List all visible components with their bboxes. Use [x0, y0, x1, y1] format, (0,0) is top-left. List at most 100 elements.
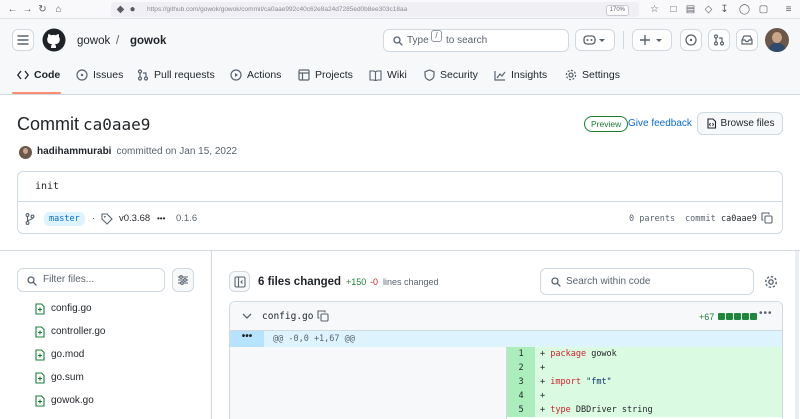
code-line: + type DBDriver string [535, 403, 782, 417]
search-shortcut-key: / [431, 30, 442, 42]
sliders-icon [178, 275, 188, 285]
tag-older[interactable]: 0.1.6 [176, 213, 197, 225]
section-divider [0, 250, 800, 251]
tab-label: Wiki [387, 69, 407, 81]
author-avatar[interactable] [19, 145, 32, 159]
page-scrollbar[interactable] [795, 251, 799, 419]
search-suffix: to search [446, 35, 488, 46]
search-icon [551, 277, 561, 287]
tab-label: Settings [582, 69, 620, 81]
filter-placeholder: Filter files... [43, 274, 95, 285]
file-name: config.go [51, 303, 92, 314]
file-tree-item[interactable]: go.mod [35, 347, 84, 363]
commit-message: init [35, 181, 60, 192]
repo-header: gowok / gowok Type / to search Code Issu… [0, 19, 800, 95]
file-tree-item[interactable]: controller.go [35, 324, 105, 340]
tab-code[interactable]: Code [17, 67, 60, 83]
create-new-button[interactable] [632, 29, 672, 51]
address-bar[interactable]: ◆ ● https://github.com/gowok/gowok/commi… [111, 2, 639, 17]
global-search-input[interactable]: Type / to search [383, 29, 569, 52]
code-icon [17, 70, 29, 80]
back-icon[interactable]: ← [6, 3, 19, 16]
issue-icon [76, 69, 88, 81]
committed-date: committed on Jan 15, 2022 [116, 146, 238, 157]
give-feedback-link[interactable]: Give feedback [628, 118, 692, 130]
tab-settings[interactable]: Settings [565, 67, 620, 83]
tab-insights[interactable]: Insights [494, 67, 547, 83]
commit-sha: ca0aae9 [721, 214, 757, 224]
reader-icon[interactable]: ▤ [684, 3, 697, 16]
file-added-icon [35, 303, 45, 315]
copy-icon[interactable] [761, 212, 773, 224]
tab-label: Insights [511, 69, 548, 81]
file-name: go.sum [51, 372, 84, 383]
copilot-button[interactable] [575, 29, 615, 51]
pocket-icon[interactable]: □ [667, 3, 680, 16]
hamburger-menu-button[interactable] [12, 29, 34, 51]
more-tags-ellipsis[interactable]: ••• [157, 213, 165, 225]
tab-security[interactable]: Security [424, 67, 478, 83]
line-number[interactable]: 3 [507, 375, 535, 389]
inbox-icon [741, 35, 753, 45]
expand-lines-button[interactable]: ••• [230, 331, 264, 347]
more-options-icon[interactable]: ••• [759, 308, 773, 319]
breadcrumb-separator: / [116, 35, 120, 47]
home-icon[interactable]: ⌂ [52, 3, 65, 16]
file-tree-item[interactable]: gowok.go [35, 393, 94, 409]
code-line: + package gowok [535, 347, 782, 361]
table-icon [298, 69, 310, 81]
commit-label: commit [685, 214, 716, 224]
bookmark-star-icon[interactable]: ☆ [648, 3, 661, 16]
line-number[interactable]: 1 [507, 347, 535, 361]
filter-files-input[interactable]: Filter files... [17, 268, 165, 292]
file-tree-settings-button[interactable] [172, 268, 194, 292]
menu-icon[interactable]: ≡ [782, 3, 795, 16]
line-number[interactable]: 2 [507, 361, 535, 375]
pull-requests-button[interactable] [708, 29, 730, 51]
tab-label: Code [34, 69, 61, 81]
account-icon[interactable]: ◯ [738, 3, 751, 16]
toggle-file-tree-button[interactable] [229, 271, 250, 292]
commit-title-prefix: Commit [17, 114, 79, 134]
deletions-count: -0 [370, 277, 379, 287]
tab-actions[interactable]: Actions [230, 67, 281, 83]
tab-label: Actions [247, 69, 282, 81]
author-name[interactable]: hadihammurabi [37, 145, 111, 159]
url-text: https://github.com/gowok/gowok/commit/ca… [147, 6, 408, 13]
file-tree-item[interactable]: config.go [35, 301, 92, 317]
commit-details-box: init master · v0.3.68 ••• 0.1.6 0 parent… [17, 171, 783, 234]
code-line: + import "fmt" [535, 375, 782, 389]
search-within-code-input[interactable]: Search within code [540, 268, 754, 295]
tab-projects[interactable]: Projects [298, 67, 353, 83]
tab-issues[interactable]: Issues [76, 67, 123, 83]
chevron-down-icon[interactable] [242, 312, 252, 320]
line-number[interactable]: 5 [507, 403, 535, 417]
github-logo-icon[interactable] [42, 28, 66, 52]
diff-file-name[interactable]: config.go [262, 311, 313, 323]
issues-button[interactable] [680, 29, 702, 51]
file-added-icon [35, 395, 45, 407]
reload-icon[interactable]: ↻ [36, 3, 49, 16]
line-number[interactable]: 4 [507, 389, 535, 403]
extension-icon[interactable]: ◇ [702, 3, 715, 16]
hamburger-icon [17, 35, 29, 45]
dot-separator: · [92, 213, 96, 224]
inbox-button[interactable] [736, 29, 758, 51]
zoom-level[interactable]: 170% [605, 5, 629, 16]
breadcrumb-owner[interactable]: gowok [77, 34, 110, 48]
tag-version[interactable]: v0.3.68 [119, 213, 150, 225]
tab-wiki[interactable]: Wiki [369, 67, 407, 83]
branch-badge[interactable]: master [44, 212, 85, 226]
gear-icon[interactable] [764, 275, 778, 289]
active-tab-indicator [12, 92, 61, 94]
user-avatar[interactable] [765, 28, 789, 52]
browser-toolbar: ← → ↻ ⌂ ◆ ● https://github.com/gowok/gow… [0, 0, 800, 19]
download-icon[interactable]: ↧ [718, 3, 731, 16]
forward-icon[interactable]: → [21, 3, 34, 16]
tab-pull-requests[interactable]: Pull requests [137, 67, 215, 83]
browse-files-button[interactable]: Browse files [697, 112, 783, 135]
screenshot-icon[interactable]: ▢ [757, 3, 770, 16]
file-tree-item[interactable]: go.sum [35, 370, 84, 386]
copy-icon[interactable] [317, 310, 329, 322]
breadcrumb-repo[interactable]: gowok [130, 34, 166, 48]
